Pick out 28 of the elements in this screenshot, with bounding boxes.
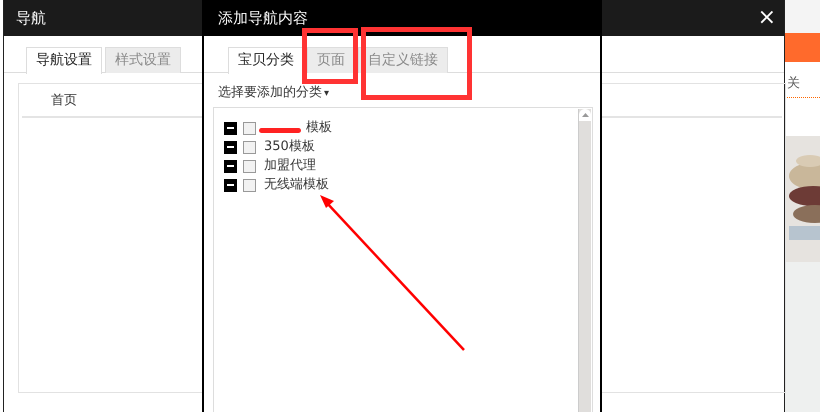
collapse-toggle[interactable] (224, 178, 237, 192)
collapse-toggle[interactable] (224, 122, 237, 134)
minus-icon (227, 146, 234, 148)
redaction-mark (259, 128, 301, 133)
tree-item-label[interactable]: 350模板 (264, 137, 315, 157)
minus-icon (227, 165, 234, 167)
minus-icon (227, 184, 234, 186)
collapse-toggle[interactable] (224, 140, 237, 154)
dropdown-arrow[interactable]: ▾ (324, 88, 330, 99)
checkbox[interactable] (243, 140, 256, 154)
highlight-box (302, 28, 358, 84)
tab[interactable]: 宝贝分类 (228, 47, 304, 74)
tree-item-label[interactable]: 无线端模板 (264, 175, 329, 195)
checkbox[interactable] (243, 178, 256, 192)
scroll-up-icon[interactable] (579, 108, 591, 120)
window-title: 添加导航内容 (218, 8, 308, 29)
tree-item-label[interactable]: 模板 (306, 118, 332, 138)
close-icon[interactable]: × (758, 7, 776, 29)
minus-icon (227, 127, 234, 129)
window-title: 导航 (16, 8, 46, 29)
section-label: 选择要添加的分类 (218, 85, 322, 100)
tree-item-label[interactable]: 加盟代理 (264, 156, 316, 176)
scrollbar[interactable] (578, 108, 591, 412)
checkbox[interactable] (243, 160, 256, 172)
checkbox[interactable] (243, 122, 256, 134)
tab[interactable]: 导航设置 (26, 47, 102, 74)
nav-bar (785, 33, 820, 62)
collapse-toggle[interactable] (224, 160, 237, 172)
